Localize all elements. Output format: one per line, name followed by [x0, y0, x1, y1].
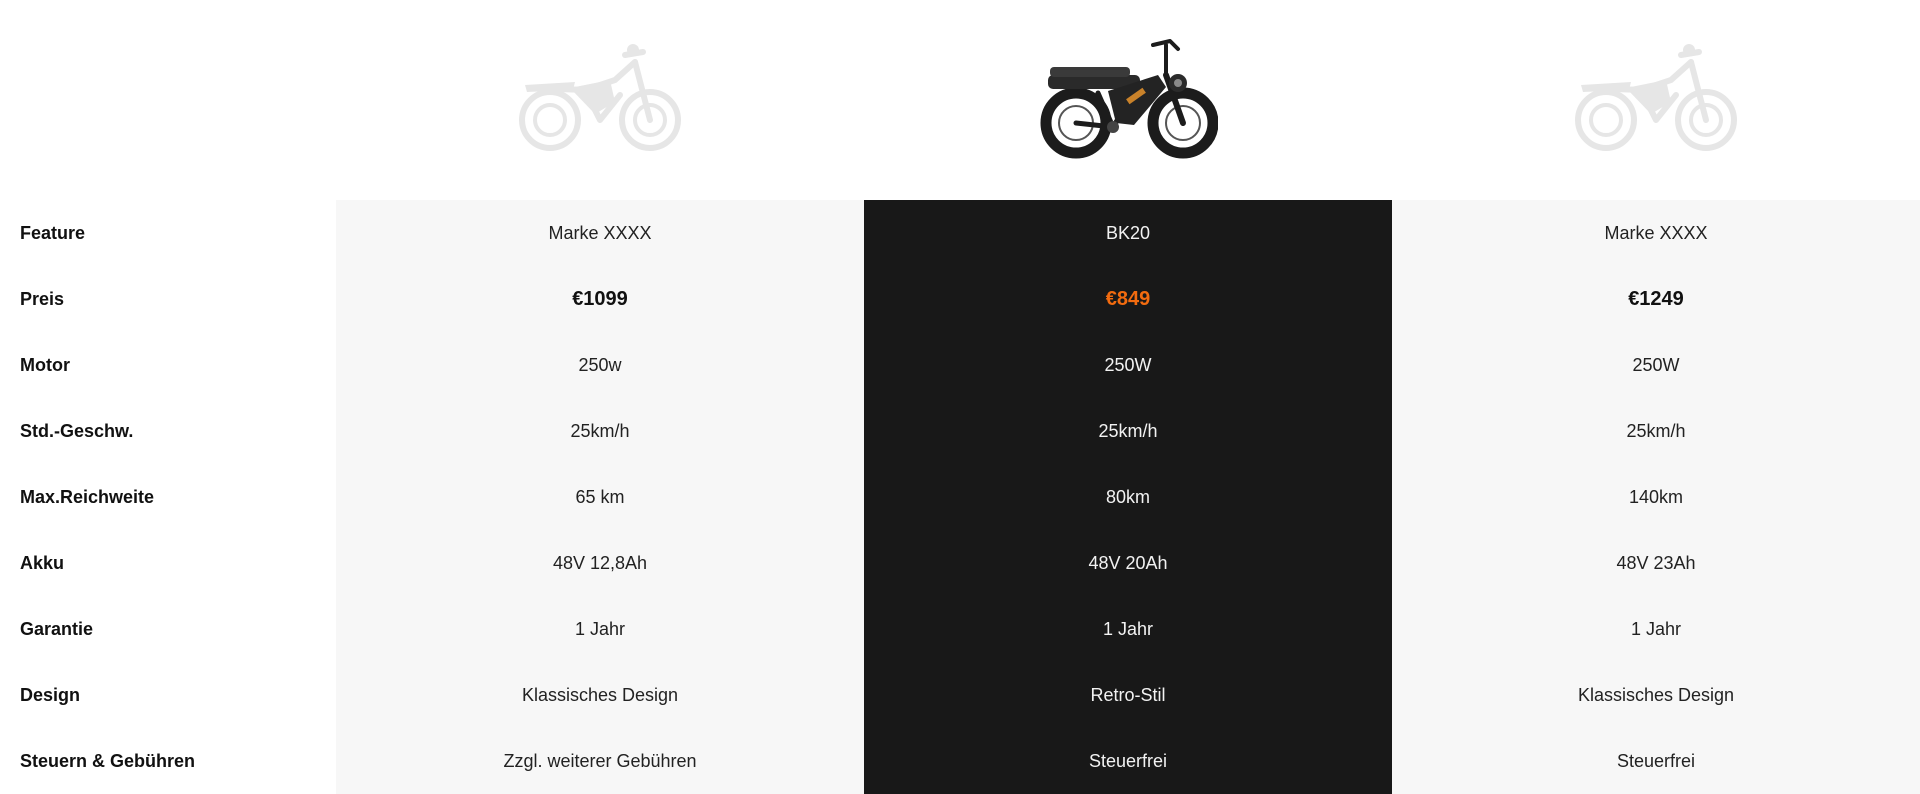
- competitor-right-value: 1 Jahr: [1630, 618, 1682, 639]
- bk20-fat-tire-ebike-icon: [1040, 39, 1218, 159]
- row-speed: Std.-Geschw. 25km/h 25km/h 25km/h: [0, 398, 1920, 464]
- row-warranty: Garantie 1 Jahr 1 Jahr 1 Jahr: [0, 596, 1920, 662]
- ghost-dirt-bike-icon: [1575, 44, 1737, 151]
- row-label: Motor: [20, 354, 70, 375]
- featured-value: Steuerfrei: [1088, 750, 1168, 771]
- ghost-dirt-bike-icon: [519, 44, 681, 151]
- row-range: Max.Reichweite 65 km 80km 140km: [0, 464, 1920, 530]
- competitor-right-value: 140km: [1628, 486, 1684, 507]
- comparison-table: Feature Marke XXXX BK20 Marke XXXX Preis…: [0, 200, 1920, 794]
- row-label: Design: [20, 684, 81, 705]
- row-battery: Akku 48V 12,8Ah 48V 20Ah 48V 23Ah: [0, 530, 1920, 596]
- featured-bike-image: [864, 0, 1392, 200]
- competitor-left-value: €1099: [572, 287, 628, 310]
- row-label: Garantie: [20, 618, 94, 639]
- competitor-left-value: 25km/h: [570, 420, 630, 441]
- competitor-left-value: Klassisches Design: [521, 684, 679, 705]
- row-label: Steuern & Gebühren: [20, 750, 196, 771]
- competitor-left-value: 65 km: [575, 486, 625, 507]
- row-taxes: Steuern & Gebühren Zzgl. weiterer Gebühr…: [0, 728, 1920, 794]
- competitor-right-value: Steuerfrei: [1616, 750, 1696, 771]
- row-label: Max.Reichweite: [20, 486, 155, 507]
- featured-value: Retro-Stil: [1090, 684, 1166, 705]
- featured-value: 25km/h: [1098, 420, 1158, 441]
- competitor-left-value: Zzgl. weiterer Gebühren: [503, 750, 697, 771]
- featured-value: 48V 20Ah: [1088, 552, 1168, 573]
- row-label: Std.-Geschw.: [20, 420, 134, 441]
- competitor-left-value: 250w: [578, 354, 622, 375]
- competitor-right-value: 250W: [1632, 354, 1680, 375]
- product-images-row: [0, 0, 1920, 200]
- comparison-page: Feature Marke XXXX BK20 Marke XXXX Preis…: [0, 0, 1920, 794]
- competitor-left-value: Marke XXXX: [548, 222, 652, 243]
- row-feature: Feature Marke XXXX BK20 Marke XXXX: [0, 200, 1920, 266]
- row-label: Akku: [20, 552, 65, 573]
- competitor-right-value: 48V 23Ah: [1616, 552, 1696, 573]
- competitor-right-value: Marke XXXX: [1604, 222, 1708, 243]
- row-label: Preis: [20, 288, 65, 309]
- competitor-right-value: Klassisches Design: [1577, 684, 1735, 705]
- competitor-right-value: 25km/h: [1626, 420, 1686, 441]
- competitor-left-value: 1 Jahr: [574, 618, 626, 639]
- competitor-right-value: €1249: [1628, 287, 1684, 310]
- row-price: Preis €1099 €849 €1249: [0, 266, 1920, 332]
- row-design: Design Klassisches Design Retro-Stil Kla…: [0, 662, 1920, 728]
- featured-value: BK20: [1105, 222, 1151, 243]
- featured-value: 1 Jahr: [1102, 618, 1154, 639]
- featured-price: €849: [1105, 287, 1151, 310]
- featured-value: 80km: [1105, 486, 1150, 507]
- competitor-right-image: [1392, 0, 1920, 200]
- competitor-left-value: 48V 12,8Ah: [552, 552, 648, 573]
- row-motor: Motor 250w 250W 250W: [0, 332, 1920, 398]
- row-label: Feature: [20, 222, 86, 243]
- competitor-left-image: [336, 0, 864, 200]
- featured-value: 250W: [1104, 354, 1152, 375]
